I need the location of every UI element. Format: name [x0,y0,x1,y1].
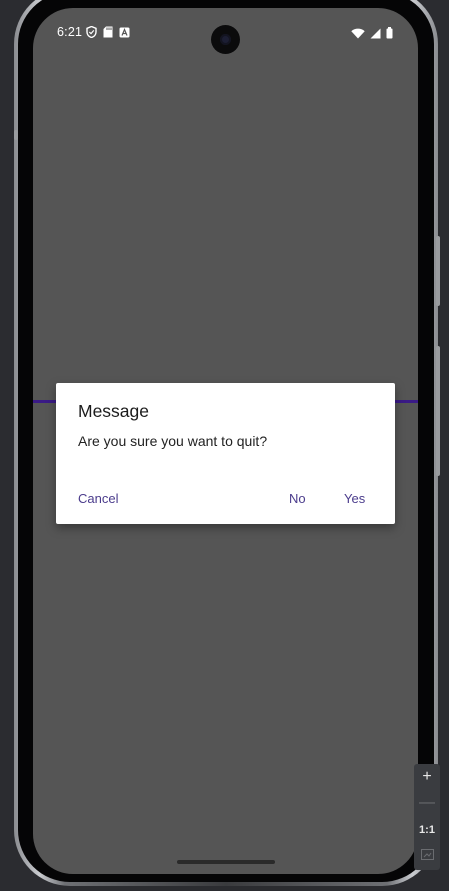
yes-button[interactable]: Yes [344,491,365,506]
emulator-window: 6:21 Message Are you sure you want to qu… [0,0,449,891]
side-notch [14,130,18,140]
notification-icons [86,25,130,43]
status-time: 6:21 [57,25,83,39]
camera-lens [220,34,231,45]
fit-screen-icon [420,847,434,865]
device-screen[interactable]: 6:21 Message Are you sure you want to qu… [33,8,418,874]
shield-icon [86,25,97,43]
no-button[interactable]: No [289,491,306,506]
fit-screen-button[interactable] [414,843,440,869]
home-indicator[interactable] [177,860,275,864]
quit-dialog: Message Are you sure you want to quit? C… [56,383,395,524]
front-camera [211,25,240,54]
dialog-title: Message [78,401,150,421]
dialog-message: Are you sure you want to quit? [78,433,268,449]
system-icons [351,26,393,44]
zoom-toolbar: + — 1:1 [414,764,440,870]
cancel-button[interactable]: Cancel [78,491,118,506]
actual-size-button[interactable]: 1:1 [414,817,440,843]
sd-card-icon [103,25,113,43]
battery-icon [386,26,393,44]
a-icon [119,25,130,43]
zoom-out-button[interactable]: — [414,790,440,816]
volume-button[interactable] [436,236,440,306]
wifi-icon [351,26,365,44]
actual-size-label: 1:1 [419,824,435,836]
signal-icon [370,26,381,44]
status-bar: 6:21 [33,8,418,54]
power-button[interactable] [436,346,440,476]
zoom-in-button[interactable]: + [414,764,440,790]
